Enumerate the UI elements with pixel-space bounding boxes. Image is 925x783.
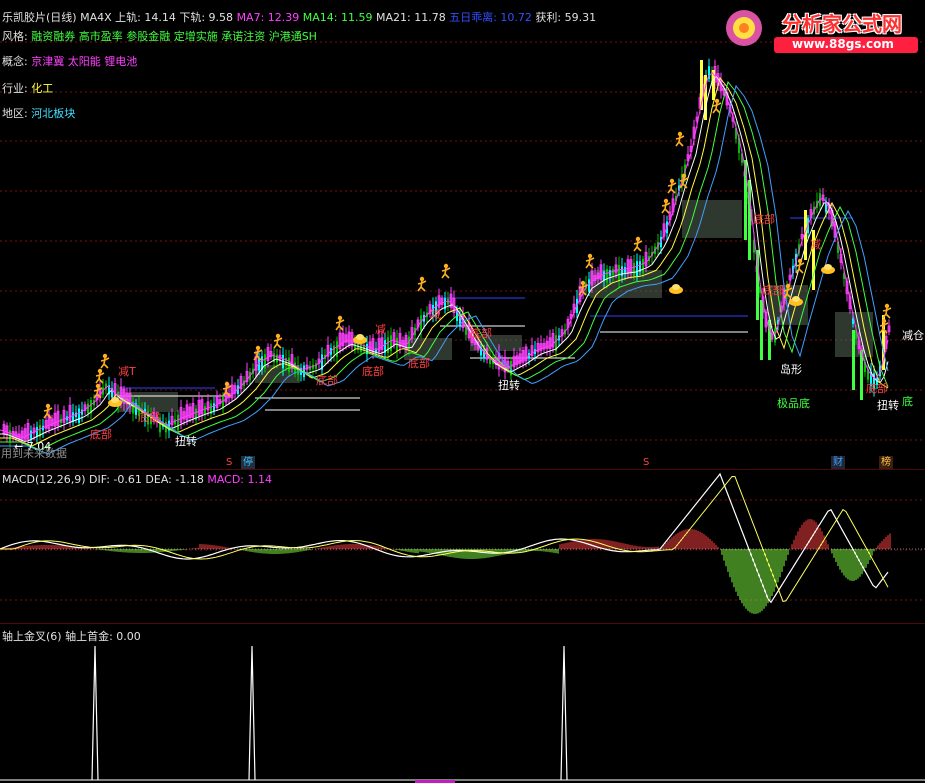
chart-annotation: 扭转 [175,435,197,448]
chart-annotation: 减 [810,238,821,251]
macd-chart[interactable] [0,472,925,624]
ma7-value: MA7: 12.39 [236,11,300,24]
indicator-header: 轴上金叉(6) 轴上首金: 0.00 [2,628,141,644]
chart-annotation: 减仓 [902,329,924,342]
logo-url: www.88gs.com [792,37,894,51]
event-mark[interactable]: S [224,456,234,469]
chart-annotation: 扭转 [498,379,520,392]
industry-value: 化工 [31,82,54,95]
ma4x-label: MA4X [80,11,112,24]
signal-icons [43,98,892,419]
stock-name: 乐凯胶片(日线) [2,11,77,24]
ma14-value: MA14: 11.59 [302,11,373,24]
runner-icon [417,276,427,292]
runner-icon [675,131,685,147]
chart-annotation: 底部 [753,213,775,226]
industry-row: 行业: 化工 [2,80,53,96]
chart-annotation: 底部 [316,374,338,387]
region-row: 地区: 河北板块 [2,105,75,121]
gold-ingot-icon [821,264,835,274]
runner-icon [585,253,595,269]
chart-annotation: 减 [375,323,386,336]
runner-icon [882,303,892,319]
candlesticks [2,58,891,448]
chart-annotation: 底部 [90,428,112,441]
runner-icon [253,345,263,361]
chart-annotation: 底部 [762,284,784,297]
site-logo: 分析家公式网 www.88gs.com [722,6,920,54]
chart-annotation: 极品底 [777,397,810,410]
chart-annotation: 底部 [470,327,492,340]
logo-title: 分析家公式网 [782,12,902,36]
event-mark[interactable]: S [641,456,651,469]
runner-icon [661,198,671,214]
event-mark[interactable]: 财 [831,456,845,469]
chart-annotation: 底部 [362,365,384,378]
runner-icon [441,263,451,279]
runner-icon [43,403,53,419]
indicator-spikes [0,645,925,781]
style-value: 融资融券 高市盈率 参股金融 定增实施 承诺注资 沪港通SH [31,30,317,43]
runner-icon [879,318,889,334]
region-value: 河北板块 [31,107,76,120]
concept-label: 概念: [2,55,28,68]
indicator-title: 轴上金叉(6) [2,630,62,643]
macd-header: MACD(12,26,9) DIF: -0.61 DEA: -1.18 MACD… [2,473,272,486]
chart-annotation: 减 [430,308,441,321]
industry-label: 行业: [2,82,28,95]
concept-row: 概念: 京津冀 太阳能 锂电池 [2,53,137,69]
chart-annotation: 底 [902,395,913,408]
region-label: 地区: [2,107,28,120]
future-data-note: 用到未来数据 [1,447,67,460]
upper-track: 上轨: 14.14 [115,11,176,24]
wuri-value: 五日乖离: 10.72 [449,11,532,24]
chart-annotation: 底部 [866,382,888,395]
runner-icon [100,353,110,369]
gold-ingot-icon [669,284,683,294]
consolidation-boxes [118,200,873,412]
runner-icon [795,258,805,274]
price-grid [0,41,925,441]
chart-annotation: 底部 [408,357,430,370]
lower-track: 下轨: 9.58 [179,11,234,24]
event-mark[interactable]: 停 [241,456,255,469]
chart-annotation: 扭转 [877,399,899,412]
runner-icon [273,333,283,349]
chart-header: 乐凯胶片(日线) MA4X 上轨: 14.14 下轨: 9.58 MA7: 12… [2,9,596,25]
golden-cross-indicator[interactable] [0,626,925,783]
dif-value: DIF: -0.61 [89,473,142,486]
style-row: 风格: 融资融券 高市盈率 参股金融 定增实施 承诺注资 沪港通SH [2,28,317,44]
indicator-value: 轴上首金: 0.00 [65,630,141,643]
chart-annotation: 底部 [138,411,160,424]
style-label: 风格: [2,30,28,43]
dea-value: DEA: -1.18 [145,473,204,486]
macd-lines [0,472,889,604]
macd-value: MACD: 1.14 [207,473,272,486]
runner-icon [667,178,677,194]
profit-value: 获利: 59.31 [535,11,597,24]
runner-icon [633,236,643,252]
event-mark[interactable]: 榜 [879,456,893,469]
macd-title: MACD(12,26,9) [2,473,86,486]
support-lines [120,217,853,411]
chart-annotation: 岛形 [780,363,802,376]
chart-annotation: 减T [118,365,136,378]
ma21-value: MA21: 11.78 [376,11,446,24]
concept-value: 京津冀 太阳能 锂电池 [31,55,138,68]
